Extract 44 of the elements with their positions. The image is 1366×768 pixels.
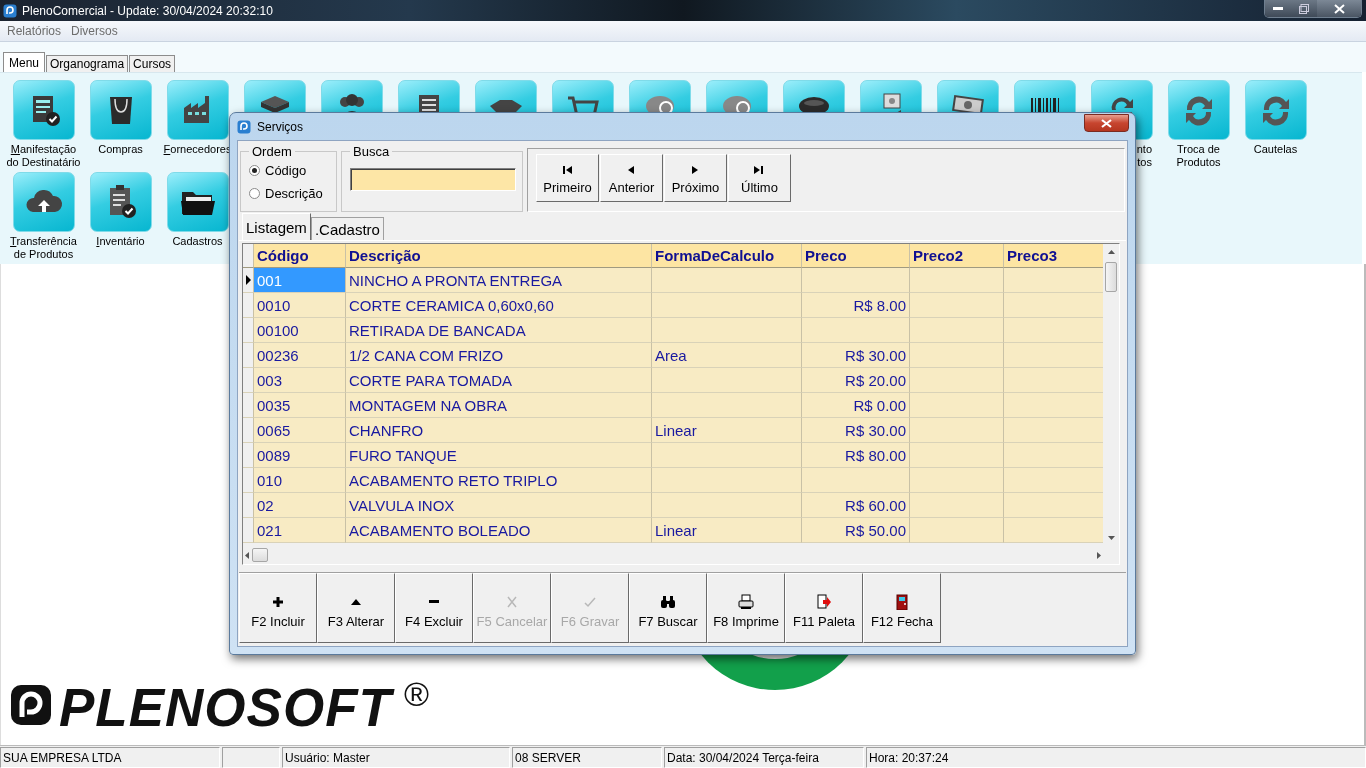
- table-cell: CHANFRO: [346, 418, 652, 443]
- registered-mark: ®: [403, 677, 429, 711]
- table-cell: 00236: [254, 343, 346, 368]
- table-cell: R$ 0.00: [802, 393, 910, 418]
- table-cell: CORTE PARA TOMADA: [346, 368, 652, 393]
- table-cell: 00100: [254, 318, 346, 343]
- group-label: Busca: [352, 144, 391, 159]
- table-cell: Linear: [652, 418, 802, 443]
- table-cell: R$ 80.00: [802, 443, 910, 468]
- table-cell: R$ 20.00: [802, 368, 910, 393]
- table-cell: NINCHO A PRONTA ENTREGA: [346, 268, 652, 293]
- table-cell: Area: [652, 343, 802, 368]
- logo-wordmark: PLENOSOFT: [57, 677, 400, 739]
- status-panel: SUA EMPRESA LTDA: [0, 747, 220, 768]
- table-cell: R$ 30.00: [802, 418, 910, 443]
- table-cell: ACABAMENTO RETO TRIPLO: [346, 468, 652, 493]
- table-cell: RETIRADA DE BANCADA: [346, 318, 652, 343]
- table-cell: 02: [254, 493, 346, 518]
- table-cell: 021: [254, 518, 346, 543]
- status-panel: Data: 30/04/2024 Terça-feira: [664, 747, 864, 768]
- status-panel: 08 SERVER: [512, 747, 662, 768]
- table-cell: 001: [254, 268, 346, 293]
- table-cell: R$ 60.00: [802, 493, 910, 518]
- table-cell: 003: [254, 368, 346, 393]
- table-cell: 0089: [254, 443, 346, 468]
- status-panel: Usuário: Master: [282, 747, 510, 768]
- dialog-title: Serviços: [257, 119, 303, 134]
- group-label: Ordem: [251, 144, 293, 159]
- table-cell: ACABAMENTO BOLEADO: [346, 518, 652, 543]
- table-cell: 0010: [254, 293, 346, 318]
- status-panel: Hora: 20:37:24: [866, 747, 1366, 768]
- table-cell: R$ 50.00: [802, 518, 910, 543]
- table-cell: Linear: [652, 518, 802, 543]
- table-cell: MONTAGEM NA OBRA: [346, 393, 652, 418]
- table-cell: FURO TANQUE: [346, 443, 652, 468]
- table-cell: CORTE CERAMICA 0,60x0,60: [346, 293, 652, 318]
- window-title: PlenoComercial - Update: 30/04/2024 20:32:10: [22, 3, 273, 18]
- table-cell: R$ 30.00: [802, 343, 910, 368]
- table-cell: 010: [254, 468, 346, 493]
- table-cell: 0035: [254, 393, 346, 418]
- table-cell: 1/2 CANA COM FRIZO: [346, 343, 652, 368]
- table-cell: R$ 8.00: [802, 293, 910, 318]
- table-cell: VALVULA INOX: [346, 493, 652, 518]
- table-cell: 0065: [254, 418, 346, 443]
